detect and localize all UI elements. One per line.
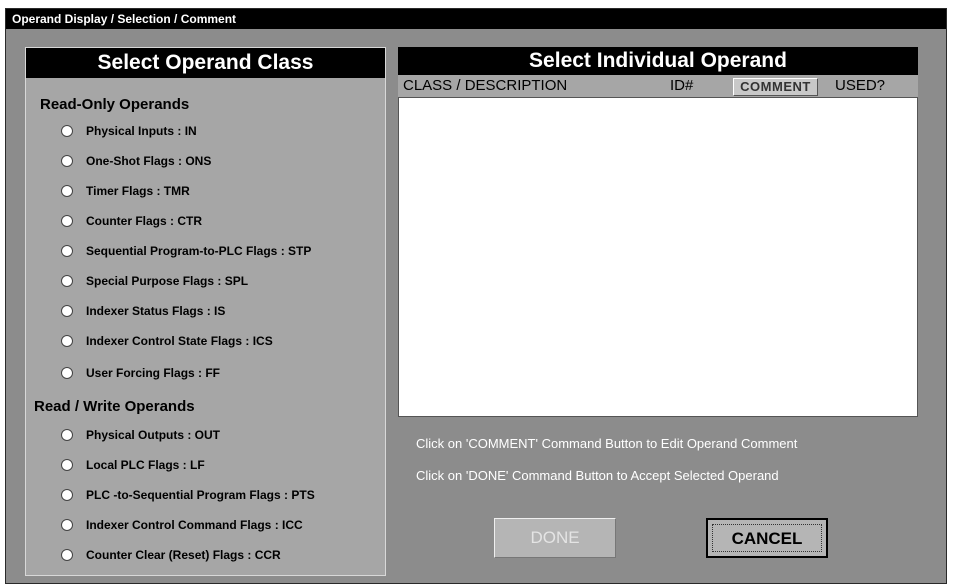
column-id: ID# [670, 77, 694, 94]
option-special-purpose-flags[interactable]: Special Purpose Flags : SPL [61, 271, 248, 291]
option-label: Indexer Control State Flags : ICS [86, 334, 273, 348]
radio-button[interactable] [61, 549, 73, 561]
option-label: Local PLC Flags : LF [86, 458, 205, 472]
option-sequential-program-to-plc-flags[interactable]: Sequential Program-to-PLC Flags : STP [61, 241, 311, 261]
option-label: Physical Inputs : IN [86, 124, 197, 138]
operand-class-panel: Select Operand Class Read-Only Operands … [25, 47, 386, 576]
option-physical-outputs[interactable]: Physical Outputs : OUT [61, 425, 220, 445]
option-local-plc-flags[interactable]: Local PLC Flags : LF [61, 455, 205, 475]
comment-button[interactable]: COMMENT [733, 78, 818, 96]
radio-button[interactable] [61, 245, 73, 257]
radio-button[interactable] [61, 459, 73, 471]
option-label: Special Purpose Flags : SPL [86, 274, 249, 288]
option-indexer-status-flags[interactable]: Indexer Status Flags : IS [61, 301, 225, 321]
option-label: Sequential Program-to-PLC Flags : STP [86, 244, 312, 258]
radio-button[interactable] [61, 335, 73, 347]
option-timer-flags[interactable]: Timer Flags : TMR [61, 181, 190, 201]
option-label: One-Shot Flags : ONS [86, 154, 212, 168]
column-class-description: CLASS / DESCRIPTION [403, 77, 568, 94]
option-indexer-control-state-flags[interactable]: Indexer Control State Flags : ICS [61, 331, 273, 351]
option-user-forcing-flags[interactable]: User Forcing Flags : FF [61, 363, 220, 383]
option-label: Counter Flags : CTR [86, 214, 202, 228]
option-counter-clear-reset-flags[interactable]: Counter Clear (Reset) Flags : CCR [61, 545, 281, 565]
done-button[interactable]: DONE [494, 518, 616, 558]
comment-hint-text: Click on 'COMMENT' Command Button to Edi… [416, 436, 798, 451]
option-label: Indexer Status Flags : IS [86, 304, 226, 318]
option-plc-to-sequential-program-flags[interactable]: PLC -to-Sequential Program Flags : PTS [61, 485, 315, 505]
column-header-row: CLASS / DESCRIPTION ID# COMMENT USED? [398, 75, 918, 97]
column-used: USED? [835, 77, 886, 94]
option-label: PLC -to-Sequential Program Flags : PTS [86, 488, 315, 502]
option-counter-flags[interactable]: Counter Flags : CTR [61, 211, 202, 231]
option-label: Counter Clear (Reset) Flags : CCR [86, 548, 281, 562]
radio-button[interactable] [61, 489, 73, 501]
operand-listbox[interactable] [398, 97, 918, 417]
operand-list-header: Select Individual Operand [398, 47, 918, 75]
window-title: Operand Display / Selection / Comment [6, 9, 946, 29]
radio-button[interactable] [61, 215, 73, 227]
radio-button[interactable] [61, 155, 73, 167]
done-hint-text: Click on 'DONE' Command Button to Accept… [416, 468, 779, 483]
option-label: Timer Flags : TMR [86, 184, 190, 198]
cancel-button[interactable]: CANCEL [706, 518, 828, 558]
operand-class-header: Select Operand Class [26, 48, 385, 78]
option-one-shot-flags[interactable]: One-Shot Flags : ONS [61, 151, 211, 171]
radio-button[interactable] [61, 519, 73, 531]
cancel-button-label: CANCEL [731, 529, 803, 548]
read-only-section-title: Read-Only Operands [40, 96, 190, 113]
option-physical-inputs[interactable]: Physical Inputs : IN [61, 121, 197, 141]
operand-dialog: Operand Display / Selection / Comment Se… [5, 8, 947, 584]
radio-button[interactable] [61, 429, 73, 441]
radio-button[interactable] [61, 125, 73, 137]
radio-button[interactable] [61, 367, 73, 379]
radio-button[interactable] [61, 275, 73, 287]
read-write-section-title: Read / Write Operands [34, 398, 195, 415]
operand-list-panel: Select Individual Operand CLASS / DESCRI… [398, 47, 918, 417]
option-label: User Forcing Flags : FF [86, 366, 221, 380]
option-indexer-control-command-flags[interactable]: Indexer Control Command Flags : ICC [61, 515, 303, 535]
radio-button[interactable] [61, 185, 73, 197]
option-label: Indexer Control Command Flags : ICC [86, 518, 303, 532]
option-label: Physical Outputs : OUT [86, 428, 221, 442]
radio-button[interactable] [61, 305, 73, 317]
